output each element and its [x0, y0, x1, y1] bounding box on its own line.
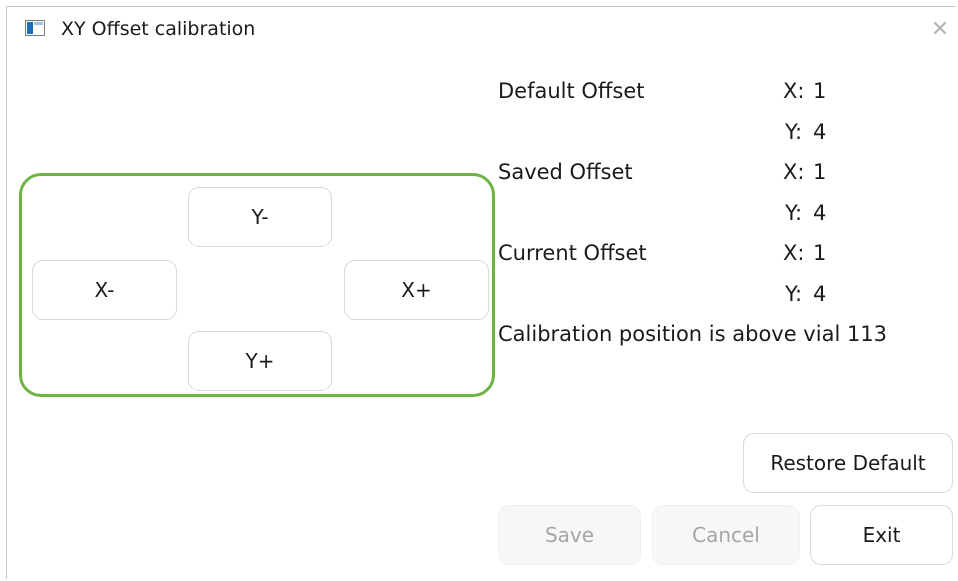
saved-offset-y-value: 4	[813, 201, 827, 225]
saved-offset-x-value: 1	[813, 160, 827, 184]
current-offset-y-label: Y:	[785, 282, 803, 306]
calibration-status-text: Calibration position is above vial 113	[498, 322, 888, 346]
calibration-dialog: XY Offset calibration ✕ Y- X- X+ Y+ Defa…	[6, 6, 956, 579]
current-offset-y-value: 4	[813, 282, 827, 306]
close-icon[interactable]: ✕	[927, 17, 953, 43]
saved-offset-y-label: Y:	[785, 201, 803, 225]
default-offset-x-label: X:	[783, 79, 805, 103]
jog-pad-group: Y- X- X+ Y+	[19, 173, 495, 397]
default-offset-label: Default Offset	[498, 79, 645, 103]
app-icon	[25, 20, 45, 36]
current-offset-x-label: X:	[783, 241, 805, 265]
y-minus-button[interactable]: Y-	[188, 187, 332, 247]
saved-offset-x-label: X:	[783, 160, 805, 184]
x-plus-button[interactable]: X+	[344, 260, 489, 320]
exit-button[interactable]: Exit	[810, 505, 953, 565]
default-offset-x-value: 1	[813, 79, 827, 103]
default-offset-y-value: 4	[813, 120, 827, 144]
window-title: XY Offset calibration	[61, 18, 256, 40]
y-plus-button[interactable]: Y+	[188, 331, 332, 391]
saved-offset-label: Saved Offset	[498, 160, 633, 184]
save-button[interactable]: Save	[498, 505, 641, 565]
title-bar: XY Offset calibration ✕	[7, 7, 956, 47]
cancel-button[interactable]: Cancel	[652, 505, 800, 565]
restore-default-button[interactable]: Restore Default	[743, 433, 953, 493]
default-offset-y-label: Y:	[785, 120, 803, 144]
x-minus-button[interactable]: X-	[32, 260, 177, 320]
current-offset-label: Current Offset	[498, 241, 647, 265]
current-offset-x-value: 1	[813, 241, 827, 265]
